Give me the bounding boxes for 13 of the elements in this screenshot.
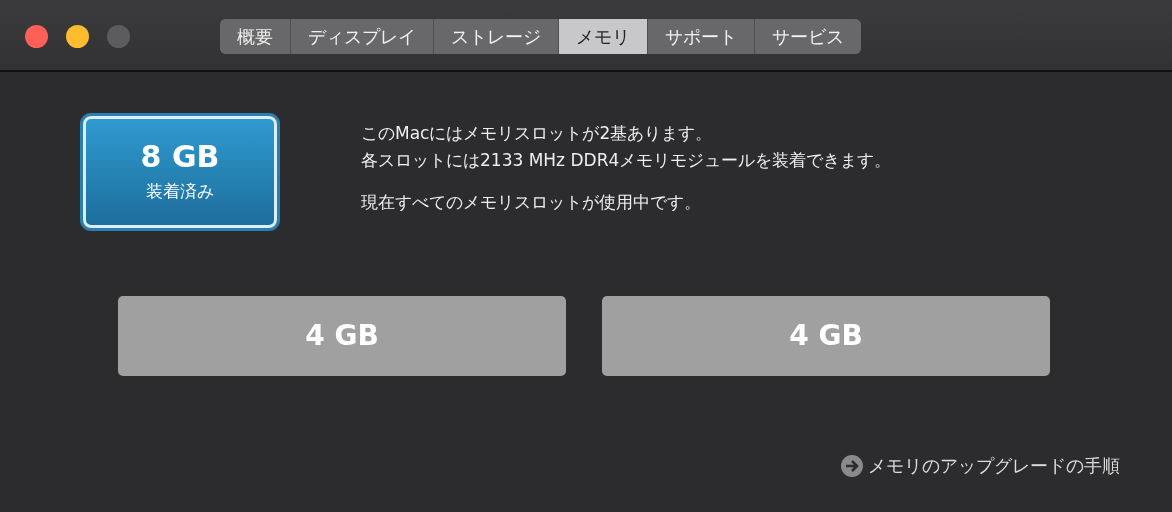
tab[interactable]: メモリ xyxy=(559,19,648,54)
arrow-circle-icon xyxy=(840,453,864,478)
description-text: 現在すべてのメモリスロットが使用中です。 xyxy=(361,191,702,214)
memory-slot: 4 GB xyxy=(118,296,566,376)
memory-slot: 4 GB xyxy=(602,296,1050,376)
tab[interactable]: 概要 xyxy=(220,19,291,54)
upgrade-instructions-link[interactable]: メモリのアップグレードの手順 xyxy=(840,452,1120,479)
close-button[interactable] xyxy=(25,25,48,48)
description-text: このMacにはメモリスロットが2基あります。 xyxy=(361,122,714,145)
minimize-button[interactable] xyxy=(66,25,89,48)
installed-label: 装着済み xyxy=(146,179,214,203)
memory-size: 8 GB xyxy=(140,139,220,173)
description-text: 各スロットには2133 MHz DDR4メモリモジュールを装着できます。 xyxy=(361,149,892,172)
